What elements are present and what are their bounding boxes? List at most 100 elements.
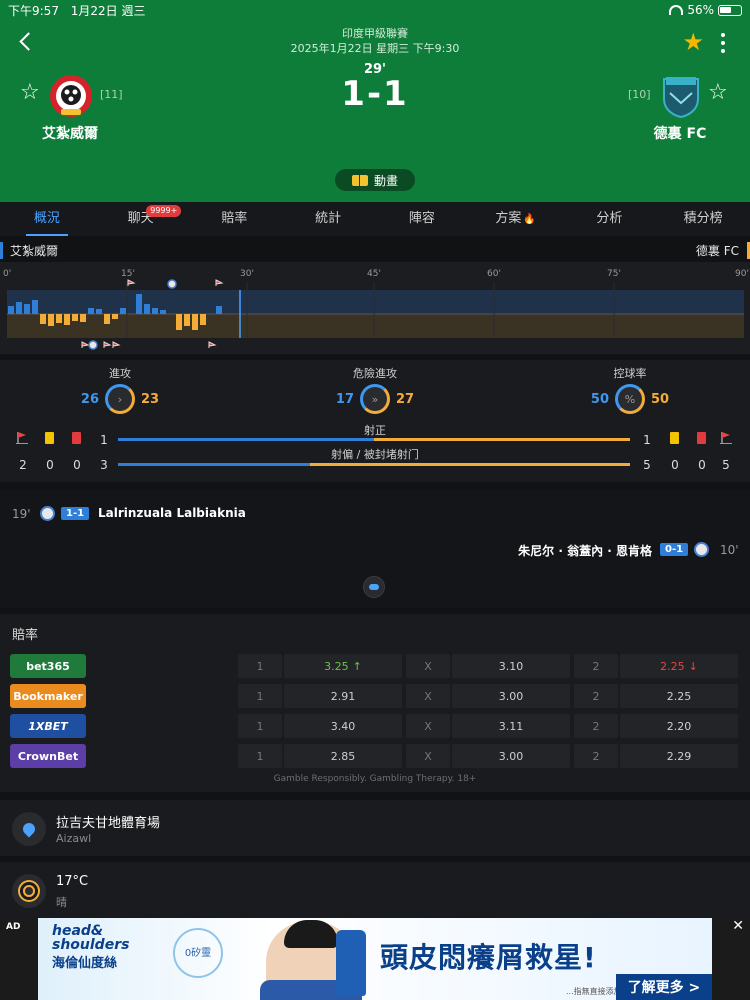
odds-away[interactable]: 2.20: [620, 714, 738, 738]
tab-label: 方案: [495, 211, 522, 226]
favorite-away-icon[interactable]: ☆: [708, 82, 728, 104]
shots-on-away: 1: [643, 433, 651, 447]
ad-bottle-image: [336, 930, 366, 996]
tab-overview[interactable]: 概況: [0, 202, 94, 236]
odds-draw[interactable]: 3.00: [452, 744, 570, 768]
pitch-icon: [351, 174, 368, 186]
home-team-name[interactable]: 艾紮威爾: [10, 123, 130, 143]
event-minute: 19': [12, 507, 31, 521]
arrow-down-icon: ↓: [688, 659, 698, 673]
stat-possession-home: 50: [590, 391, 609, 407]
ad-banner-area: AD head& shoulders 海倫仙度絲 0矽靈 頭皮悶癢屑救星! ...…: [0, 918, 750, 1000]
bookmaker-logo: CrownBet: [10, 744, 86, 768]
status-bar: 下午9:57 1月22日 週三 56%: [8, 2, 742, 18]
weather-temp: 17°C: [56, 874, 89, 889]
odds-key: X: [406, 714, 450, 738]
arrow-up-icon: ↑: [352, 659, 362, 673]
odds-key: X: [406, 654, 450, 678]
odds-key: 1: [238, 654, 282, 678]
timeline-away-label: 德裏 FC: [696, 242, 750, 259]
odds-home[interactable]: 2.91: [284, 684, 402, 708]
timeline-teams: 艾紮威爾 德裏 FC: [0, 240, 750, 260]
animation-button[interactable]: 動畫: [335, 169, 415, 191]
stat-attack-label: 進攻: [109, 367, 131, 380]
shots-off-home-bar: [118, 463, 310, 466]
odds-title: 賠率: [12, 628, 39, 643]
stat-dangerous-home: 17: [335, 391, 354, 407]
ad-bubble: 0矽靈: [173, 928, 223, 978]
away-team-logo: [663, 77, 699, 119]
odds-key: 2: [574, 744, 618, 768]
venue-card: 拉吉夫甘地體育場 Aizawl: [0, 800, 750, 856]
shots-off-away-bar: [310, 463, 630, 466]
whistle-icon[interactable]: [363, 576, 385, 598]
goal-ball-icon: [40, 506, 55, 521]
tab-lineup[interactable]: 陣容: [375, 202, 469, 236]
shots-on-home-bar: [118, 438, 374, 441]
event-minute: 10': [720, 543, 739, 557]
away-team-name[interactable]: 德裏 FC: [620, 123, 740, 143]
tab-label: 統計: [315, 211, 342, 226]
fire-icon: 🔥: [523, 214, 536, 225]
location-icon: [12, 812, 46, 846]
tab-analysis[interactable]: 分析: [563, 202, 657, 236]
odds-key: 2: [574, 714, 618, 738]
dangerous-attack-ring-icon: »: [360, 384, 390, 414]
odds-row[interactable]: 1XBET 1 3.40 X 3.11 2 2.20: [0, 714, 750, 740]
away-red-card-icon: [697, 432, 706, 444]
odds-key: 2: [574, 684, 618, 708]
more-options-icon[interactable]: [720, 33, 726, 53]
odds-row[interactable]: Bookmaker 1 2.91 X 3.00 2 2.25: [0, 684, 750, 710]
tick-0: 0': [3, 269, 11, 279]
stat-dangerous-away: 27: [396, 391, 415, 407]
ad-close-icon[interactable]: ✕: [732, 918, 744, 934]
odds-key: X: [406, 684, 450, 708]
gamble-disclaimer[interactable]: Gamble Responsibly. Gambling Therapy. 18…: [0, 774, 750, 784]
stat-attack: 進攻 26 › 23: [60, 365, 180, 414]
tab-chat[interactable]: 聊天 9999+: [94, 202, 188, 236]
tab-label: 陣容: [408, 211, 435, 226]
tick-30: 30': [240, 269, 254, 279]
event-score: 1-1: [61, 507, 90, 520]
odds-key: 1: [238, 714, 282, 738]
shots-off-away: 5: [643, 458, 651, 472]
odds-home[interactable]: 2.85: [284, 744, 402, 768]
event-player[interactable]: 朱尼尔 · 翁蓋內 · 恩肯格: [518, 542, 652, 559]
odds-away[interactable]: 2.25: [620, 684, 738, 708]
tab-stats[interactable]: 統計: [281, 202, 375, 236]
favorite-match-icon[interactable]: ★: [682, 30, 704, 54]
wifi-icon: [669, 5, 684, 15]
favorite-home-icon[interactable]: ☆: [20, 82, 40, 104]
shots-off-label: 射偏 / 被封堵射门: [331, 448, 419, 461]
tab-standings[interactable]: 積分榜: [656, 202, 750, 236]
odds-panel: 賠率 bet365 1 3.25 ↑ X 3.10 2 2.25 ↓ Bookmak…: [0, 614, 750, 792]
tab-tips[interactable]: 方案 🔥: [469, 202, 563, 236]
tab-label: 分析: [596, 211, 623, 226]
odds-row[interactable]: bet365 1 3.25 ↑ X 3.10 2 2.25 ↓: [0, 654, 750, 680]
tab-odds[interactable]: 賠率: [188, 202, 282, 236]
stat-attack-home: 26: [80, 391, 99, 407]
event-score: 0-1: [660, 543, 689, 556]
tick-15: 15': [121, 269, 135, 279]
match-datetime: 2025年1月22日 星期三 下午9:30: [290, 42, 460, 55]
attack-ring-icon: ›: [105, 384, 135, 414]
odds-away[interactable]: 2.25 ↓: [620, 654, 738, 678]
ad-headline: 頭皮悶癢屑救星!: [380, 941, 597, 974]
odds-draw[interactable]: 3.00: [452, 684, 570, 708]
odds-home[interactable]: 3.40: [284, 714, 402, 738]
tab-label: 概況: [33, 211, 60, 226]
ad-cta-button[interactable]: 了解更多 >: [616, 974, 712, 1000]
weather-card: 17°C 晴: [0, 862, 750, 918]
odds-draw[interactable]: 3.10: [452, 654, 570, 678]
goal-ball-icon: [694, 542, 709, 557]
odds-row[interactable]: CrownBet 1 2.85 X 3.00 2 2.29: [0, 744, 750, 770]
bookmaker-logo: Bookmaker: [10, 684, 86, 708]
possession-ring-icon: %: [615, 384, 645, 414]
ad-banner[interactable]: head& shoulders 海倫仙度絲 0矽靈 頭皮悶癢屑救星! ...指無直…: [38, 918, 712, 1000]
status-time: 下午9:57: [8, 4, 59, 18]
event-player[interactable]: Lalrinzuala Lalbiaknia: [98, 506, 246, 520]
odds-away[interactable]: 2.29: [620, 744, 738, 768]
odds-draw[interactable]: 3.11: [452, 714, 570, 738]
odds-home[interactable]: 3.25 ↑: [284, 654, 402, 678]
stat-dangerous-attack: 危險進攻 17 » 27: [315, 365, 435, 414]
